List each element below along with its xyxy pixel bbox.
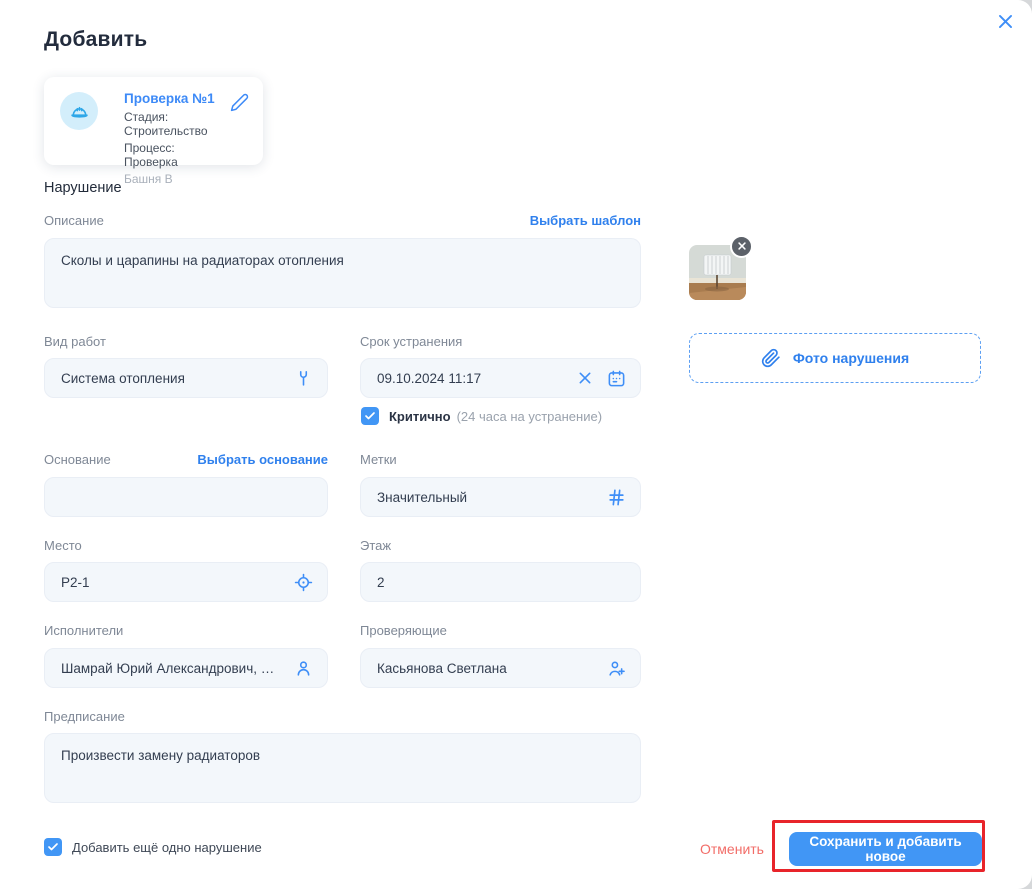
critical-row: Критично (24 часа на устранение)	[361, 407, 602, 425]
add-another-checkbox[interactable]	[44, 838, 62, 856]
description-label: Описание	[44, 213, 104, 228]
person-add-icon[interactable]	[607, 659, 626, 678]
photo-thumbnail[interactable]	[689, 245, 746, 300]
basis-input[interactable]	[61, 490, 313, 505]
add-another-label: Добавить ещё одно нарушение	[72, 840, 262, 855]
inspection-card: Проверка №1 Стадия: Строительство Процес…	[44, 77, 263, 165]
paperclip-icon	[761, 348, 781, 368]
critical-checkbox[interactable]	[361, 407, 379, 425]
section-title-violation: Нарушение	[44, 180, 122, 196]
inspection-link[interactable]: Проверка №1	[124, 91, 223, 106]
critical-hint: (24 часа на устранение)	[457, 409, 602, 424]
place-input[interactable]	[61, 575, 284, 590]
tags-field-box	[360, 477, 641, 517]
wrench-icon[interactable]	[294, 369, 313, 388]
choose-template-link[interactable]: Выбрать шаблон	[530, 213, 641, 228]
remove-photo-button[interactable]	[730, 235, 753, 258]
remove-photo-x-icon	[737, 238, 747, 256]
description-textarea[interactable]: Сколы и царапины на радиаторах отопления	[61, 252, 624, 294]
prescription-textarea[interactable]: Произвести замену радиаторов	[61, 747, 624, 789]
deadline-input[interactable]	[377, 371, 567, 386]
inspectors-field-box	[360, 648, 641, 688]
edit-inspection-button[interactable]	[230, 93, 249, 117]
critical-label: Критично	[389, 409, 451, 424]
work-type-input[interactable]	[61, 371, 284, 386]
executors-label: Исполнители	[44, 623, 123, 638]
place-label: Место	[44, 538, 82, 553]
prescription-label: Предписание	[44, 709, 125, 724]
hard-hat-icon	[60, 92, 98, 130]
clear-icon[interactable]	[577, 370, 593, 386]
executors-input[interactable]	[61, 661, 284, 676]
close-icon	[996, 12, 1015, 36]
floor-field-box	[360, 562, 641, 602]
floor-input[interactable]	[377, 575, 626, 590]
cancel-button[interactable]: Отменить	[700, 841, 764, 857]
inspection-building: Башня В	[124, 172, 223, 186]
inspection-stage: Стадия: Строительство	[124, 110, 223, 138]
upload-photo-label: Фото нарушения	[793, 350, 909, 366]
work-type-label: Вид работ	[44, 334, 106, 349]
tags-input[interactable]	[377, 490, 597, 505]
location-crosshair-icon[interactable]	[294, 573, 313, 592]
pencil-icon	[230, 99, 249, 116]
floor-label: Этаж	[360, 538, 391, 553]
description-field-box: Сколы и царапины на радиаторах отопления	[44, 238, 641, 308]
inspection-process: Процесс: Проверка	[124, 141, 223, 169]
basis-field-box	[44, 477, 328, 517]
executors-field-box	[44, 648, 328, 688]
deadline-field-box	[360, 358, 641, 398]
upload-photo-button[interactable]: Фото нарушения	[689, 333, 981, 383]
add-another-row: Добавить ещё одно нарушение	[44, 838, 262, 856]
description-header: Описание Выбрать шаблон	[44, 213, 641, 228]
page-title: Добавить	[44, 28, 147, 52]
work-type-field-box	[44, 358, 328, 398]
inspectors-label: Проверяющие	[360, 623, 447, 638]
basis-header: Основание Выбрать основание	[44, 452, 328, 467]
hash-icon[interactable]	[607, 488, 626, 507]
basis-label: Основание	[44, 452, 111, 467]
add-violation-dialog: Добавить Проверка №1 Стадия: Строительст…	[0, 0, 1032, 889]
tags-label: Метки	[360, 452, 397, 467]
choose-basis-link[interactable]: Выбрать основание	[197, 452, 328, 467]
prescription-field-box: Произвести замену радиаторов	[44, 733, 641, 803]
deadline-label: Срок устранения	[360, 334, 462, 349]
place-field-box	[44, 562, 328, 602]
inspectors-input[interactable]	[377, 661, 597, 676]
person-icon[interactable]	[294, 659, 313, 678]
close-button[interactable]	[993, 12, 1017, 36]
save-and-add-button[interactable]: Сохранить и добавить новое	[789, 832, 982, 866]
calendar-icon[interactable]	[607, 369, 626, 388]
